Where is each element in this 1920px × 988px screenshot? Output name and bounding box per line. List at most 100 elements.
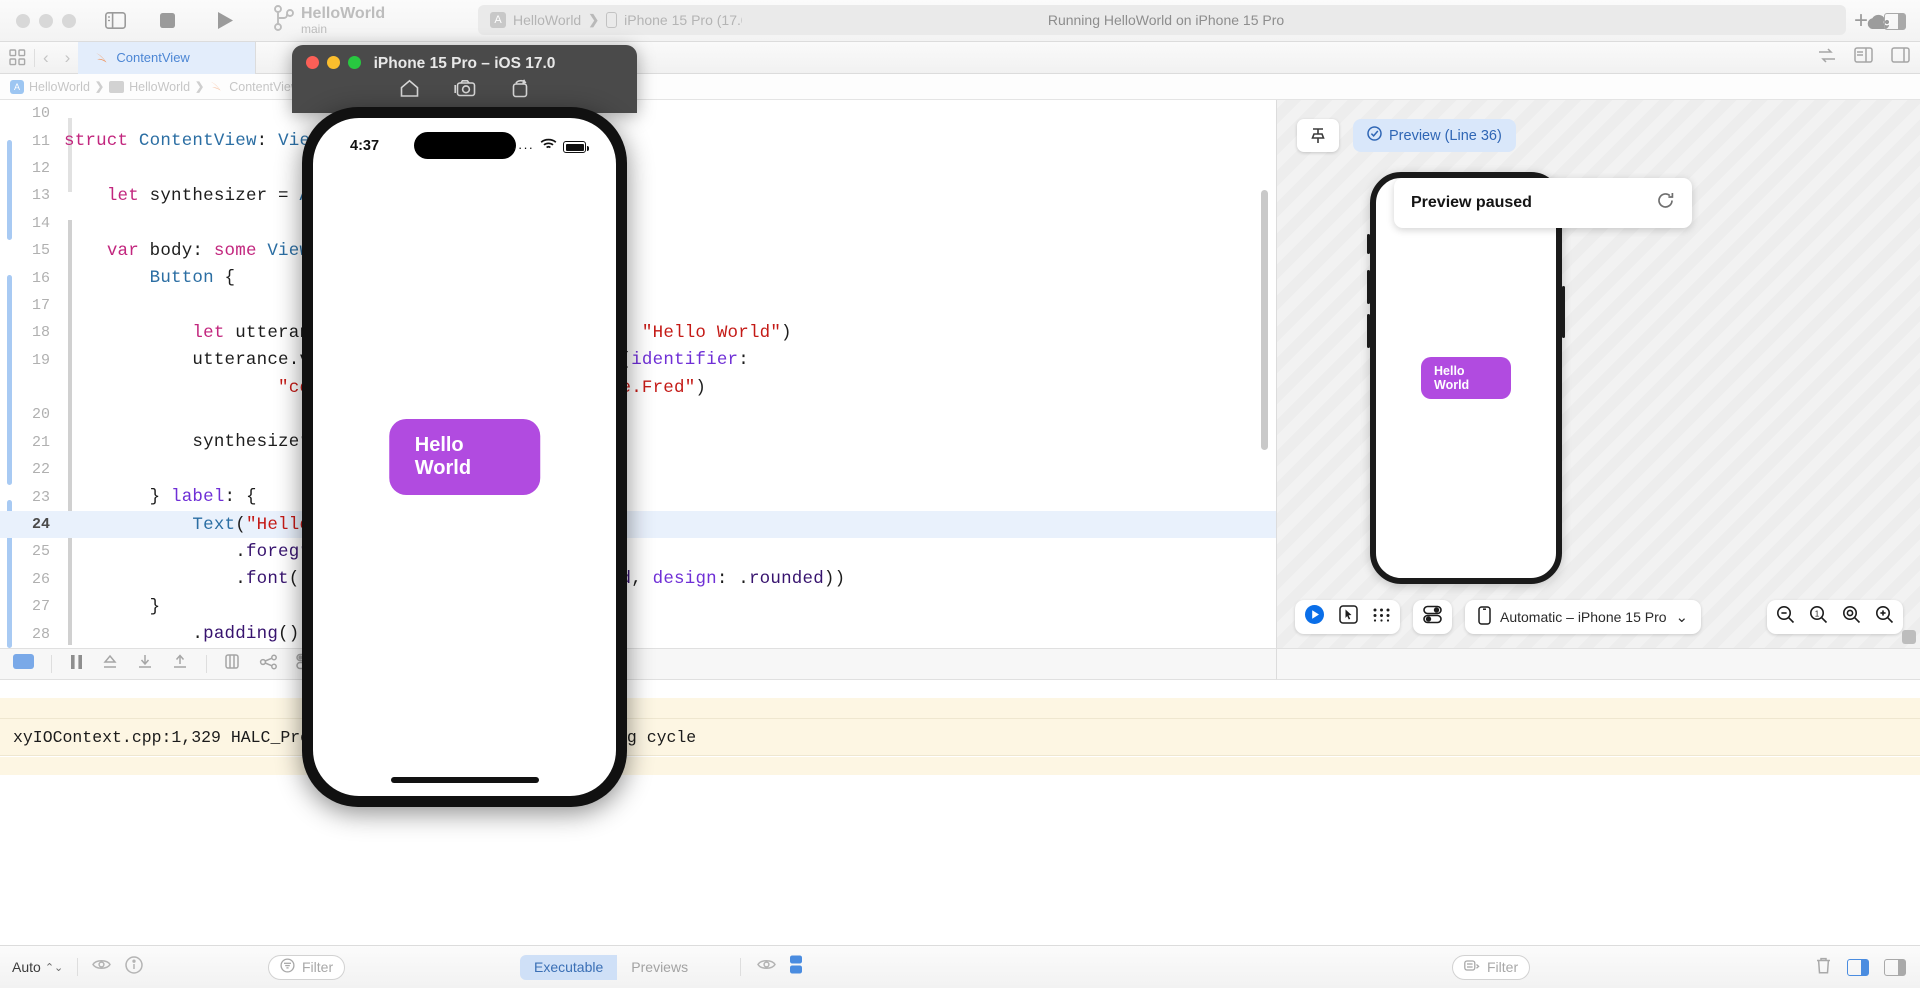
console-filter-right[interactable]: Filter <box>1452 954 1531 980</box>
play-preview-icon[interactable] <box>1304 604 1325 630</box>
console-layout-icon[interactable] <box>788 955 804 979</box>
simulator-screen[interactable]: 4:37 ···· Hello World <box>313 118 616 796</box>
console-filter-left[interactable]: Filter <box>268 954 346 980</box>
pause-button-icon[interactable] <box>69 654 84 675</box>
step-into-icon[interactable] <box>136 654 154 675</box>
add-editor-icon[interactable] <box>1891 47 1910 68</box>
breadcrumb-item-0[interactable]: A HelloWorld <box>10 79 90 94</box>
navigate-back-button[interactable]: ‹ <box>35 48 57 68</box>
inspector-toggle-icon[interactable] <box>1884 12 1906 30</box>
toolbar-right-group: + <box>1854 0 1906 42</box>
debug-area-toggle-icon[interactable] <box>13 654 34 674</box>
folder-icon <box>109 80 125 93</box>
code-line[interactable]: 25 .foregroundStyle(.white) <box>0 538 1276 565</box>
step-out-icon[interactable] <box>171 653 189 675</box>
simulator-hello-world-button[interactable]: Hello World <box>388 419 541 495</box>
window-traffic-lights[interactable] <box>16 13 76 28</box>
code-line[interactable]: 12 <box>0 155 1276 182</box>
info-icon[interactable] <box>125 955 143 979</box>
home-icon[interactable] <box>399 79 420 103</box>
zoom-out-icon[interactable] <box>1776 605 1795 629</box>
simulator-toolbar <box>292 79 637 103</box>
source-control-status[interactable]: HelloWorld main <box>274 5 385 36</box>
swift-file-icon <box>209 79 224 94</box>
device-settings-icon[interactable] <box>1422 605 1443 629</box>
console-source-segmented[interactable]: Executable Previews <box>520 954 702 980</box>
code-line[interactable]: 18 let utterance = AVSpeechUtterance(str… <box>0 319 1276 346</box>
code-line[interactable]: 28 .padding() <box>0 620 1276 647</box>
navigate-forward-button[interactable]: › <box>57 48 79 68</box>
console-auto-selector[interactable]: Auto ⌃⌄ <box>12 959 63 975</box>
console-output[interactable]: xyIOContext.cpp:1,329 HALC_ProxyIOContex… <box>0 680 1920 945</box>
clear-console-icon[interactable] <box>1815 956 1832 980</box>
code-line[interactable]: 14 <box>0 210 1276 237</box>
code-line[interactable]: 22 <box>0 456 1276 483</box>
refresh-icon[interactable] <box>1656 191 1675 215</box>
preview-hello-world-button[interactable]: Hello World <box>1421 357 1511 399</box>
code-review-icon[interactable] <box>1818 47 1836 68</box>
variants-grid-icon[interactable] <box>1372 607 1391 627</box>
zoom-to-fit-icon[interactable] <box>1842 605 1861 629</box>
pin-preview-button[interactable] <box>1297 119 1339 152</box>
view-hierarchy-icon[interactable] <box>224 653 242 675</box>
segment-executable[interactable]: Executable <box>520 954 618 980</box>
home-indicator[interactable] <box>390 777 539 783</box>
related-items-icon[interactable] <box>0 49 34 66</box>
close-window-button[interactable] <box>16 13 30 28</box>
inspector-panel-icon[interactable] <box>1884 959 1906 976</box>
preview-line-chip[interactable]: Preview (Line 36) <box>1353 119 1516 152</box>
add-editor-button[interactable]: + <box>1854 9 1868 33</box>
sidebar-toggle-icon[interactable] <box>100 8 130 34</box>
editor-scrollbar[interactable] <box>1261 190 1268 450</box>
preview-device-frame[interactable]: Hello World <box>1367 172 1565 584</box>
code-line[interactable]: 21 synthesizer.speak(utterance) <box>0 429 1276 456</box>
memory-graph-icon[interactable] <box>259 654 278 675</box>
simulator-titlebar[interactable]: iPhone 15 Pro – iOS 17.0 <box>292 45 637 113</box>
code-line[interactable]: "com.apple.speech.synthesis.voice.Fred") <box>0 374 1276 401</box>
code-line[interactable]: 16 Button { <box>0 264 1276 291</box>
canvas-scroll-handle[interactable] <box>1902 630 1916 644</box>
code-line[interactable]: 19 utterance.voice = AVSpeechSynthesisVo… <box>0 347 1276 374</box>
preview-paused-banner[interactable]: Preview paused <box>1394 178 1692 228</box>
debug-area-panel-icon[interactable] <box>1847 959 1869 976</box>
selection-pointer-icon[interactable] <box>1339 605 1358 629</box>
step-over-icon[interactable] <box>101 654 119 675</box>
simulator-window[interactable]: iPhone 15 Pro – iOS 17.0 4:37 ···· Hello… <box>292 45 637 807</box>
tabbar-right-group <box>1818 47 1910 68</box>
code-line[interactable]: 17 <box>0 292 1276 319</box>
preview-canvas[interactable]: Preview (Line 36) Hello World Preview pa… <box>1276 100 1920 648</box>
zoom-window-button[interactable] <box>62 13 76 28</box>
status-bar-time: 4:37 <box>350 138 380 154</box>
segment-previews[interactable]: Previews <box>617 955 702 980</box>
zoom-in-icon[interactable] <box>1875 605 1894 629</box>
wifi-icon <box>540 138 557 156</box>
breadcrumb-item-1[interactable]: HelloWorld <box>109 80 190 94</box>
preview-device-picker[interactable]: Automatic – iPhone 15 Pro ⌄ <box>1465 600 1702 634</box>
console-visibility-icon[interactable] <box>757 957 776 977</box>
stop-button-icon[interactable] <box>152 8 182 34</box>
code-line[interactable]: 13 let synthesizer = AVSpeechSynthesizer… <box>0 182 1276 209</box>
zoom-actual-size-icon[interactable]: 1 <box>1809 605 1828 629</box>
activity-status-bar[interactable]: Running HelloWorld on iPhone 15 Pro <box>742 5 1846 35</box>
run-button-icon[interactable] <box>210 8 240 34</box>
code-editor[interactable]: 10 11struct ContentView: View {12 13 let s… <box>0 100 1276 648</box>
code-line[interactable]: 10 <box>0 100 1276 127</box>
code-line[interactable]: 15 var body: some View { <box>0 237 1276 264</box>
line-number: 23 <box>31 488 50 506</box>
code-line[interactable]: 20 <box>0 401 1276 428</box>
code-line[interactable]: 27 } <box>0 593 1276 620</box>
breadcrumb-item-2[interactable]: ContentView <box>209 79 300 94</box>
tab-contentview[interactable]: ContentView <box>78 41 257 74</box>
code-line[interactable]: 26 .font(.system(size: 20, weight: .bold… <box>0 566 1276 593</box>
scheme-destination-picker[interactable]: A HelloWorld ❯ iPhone 15 Pro (17.0.1) <box>478 5 777 35</box>
rotate-icon[interactable] <box>510 79 530 103</box>
code-line[interactable]: 24 Text("Hello World") <box>0 510 1276 539</box>
code-line[interactable]: 11struct ContentView: View { <box>0 127 1276 154</box>
screenshot-icon[interactable] <box>454 79 476 103</box>
device-volume-up <box>1367 270 1370 304</box>
debug-toolbar <box>0 648 1276 680</box>
code-line[interactable]: 23 } label: { <box>0 483 1276 510</box>
split-editor-icon[interactable] <box>1854 47 1873 68</box>
minimize-window-button[interactable] <box>39 13 53 28</box>
hide-debug-icon[interactable] <box>92 957 112 977</box>
